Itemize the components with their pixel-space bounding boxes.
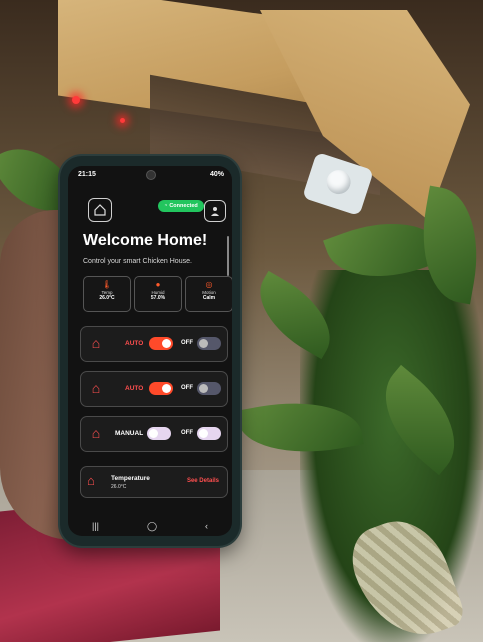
power-toggle[interactable] [197,382,221,395]
red-led-icon [72,96,80,104]
power-toggle[interactable] [197,427,221,440]
user-icon[interactable] [204,200,226,222]
see-details-link[interactable]: See Details [187,478,219,484]
power-toggle[interactable] [197,337,221,350]
front-camera [146,170,156,180]
control-card-feeder: ⌂ MANUAL OFF [80,416,228,452]
page-subtitle: Control your smart Chicken House. [83,258,192,265]
page-title: Welcome Home! [83,232,208,249]
home-button[interactable]: ◯ [147,521,157,532]
connection-badge: ◔ Connected [158,200,204,212]
mode-toggle[interactable] [147,427,171,440]
stat-value: Calm [202,295,216,301]
battery-level: 40% [209,171,224,178]
chicken-house-icon[interactable] [88,198,112,222]
wifi-icon: ◔ [164,203,168,209]
control-card-fan: ⌂ AUTO OFF [80,326,228,362]
stat-value: 26.0°C [99,295,115,301]
mode-toggle[interactable] [149,337,173,350]
stat-temp: 🌡 Temp 26.0°C [83,276,131,312]
mode-toggle[interactable] [149,382,173,395]
mode-label: AUTO [125,340,144,347]
phone-screen: 21:15 40% ◔ Connected Welcome Home! Cont… [68,166,232,536]
house-thermometer-icon: ⌂ [87,473,95,488]
power-label: OFF [181,430,193,436]
scrollbar[interactable] [227,236,229,276]
fan-house-icon: ⌂ [91,335,101,351]
recent-apps-button[interactable]: ||| [92,521,99,531]
temperature-title: Temperature [111,475,150,482]
photo-scene: 21:15 40% ◔ Connected Welcome Home! Cont… [0,0,483,642]
power-label: OFF [181,340,193,346]
control-card-lamp: ⌂ AUTO OFF [80,371,228,407]
feeder-icon: ⌂ [91,425,101,441]
temperature-card[interactable]: ⌂ Temperature 26.0°C See Details [80,466,228,498]
mode-label: MANUAL [115,430,144,437]
red-led-icon [120,118,125,123]
power-label: OFF [181,385,193,391]
stat-humid: ● Humid 57.0% [134,276,182,312]
status-time: 21:15 [78,171,96,178]
temperature-value: 26.0°C [111,484,127,490]
smartphone: 21:15 40% ◔ Connected Welcome Home! Cont… [60,156,240,546]
stat-value: 57.0% [150,295,166,301]
status-bar: 21:15 40% [68,166,232,184]
mode-label: AUTO [125,385,144,392]
droplet-icon: ● [155,280,161,289]
connection-label: Connected [169,203,198,209]
back-button[interactable]: ‹ [205,521,208,531]
target-icon: ◎ [205,280,213,289]
android-nav-bar: ||| ◯ ‹ [68,516,232,536]
thermometer-icon: 🌡 [101,280,113,289]
lamp-house-icon: ⌂ [91,380,101,396]
stat-motion: ◎ Motion Calm [185,276,232,312]
